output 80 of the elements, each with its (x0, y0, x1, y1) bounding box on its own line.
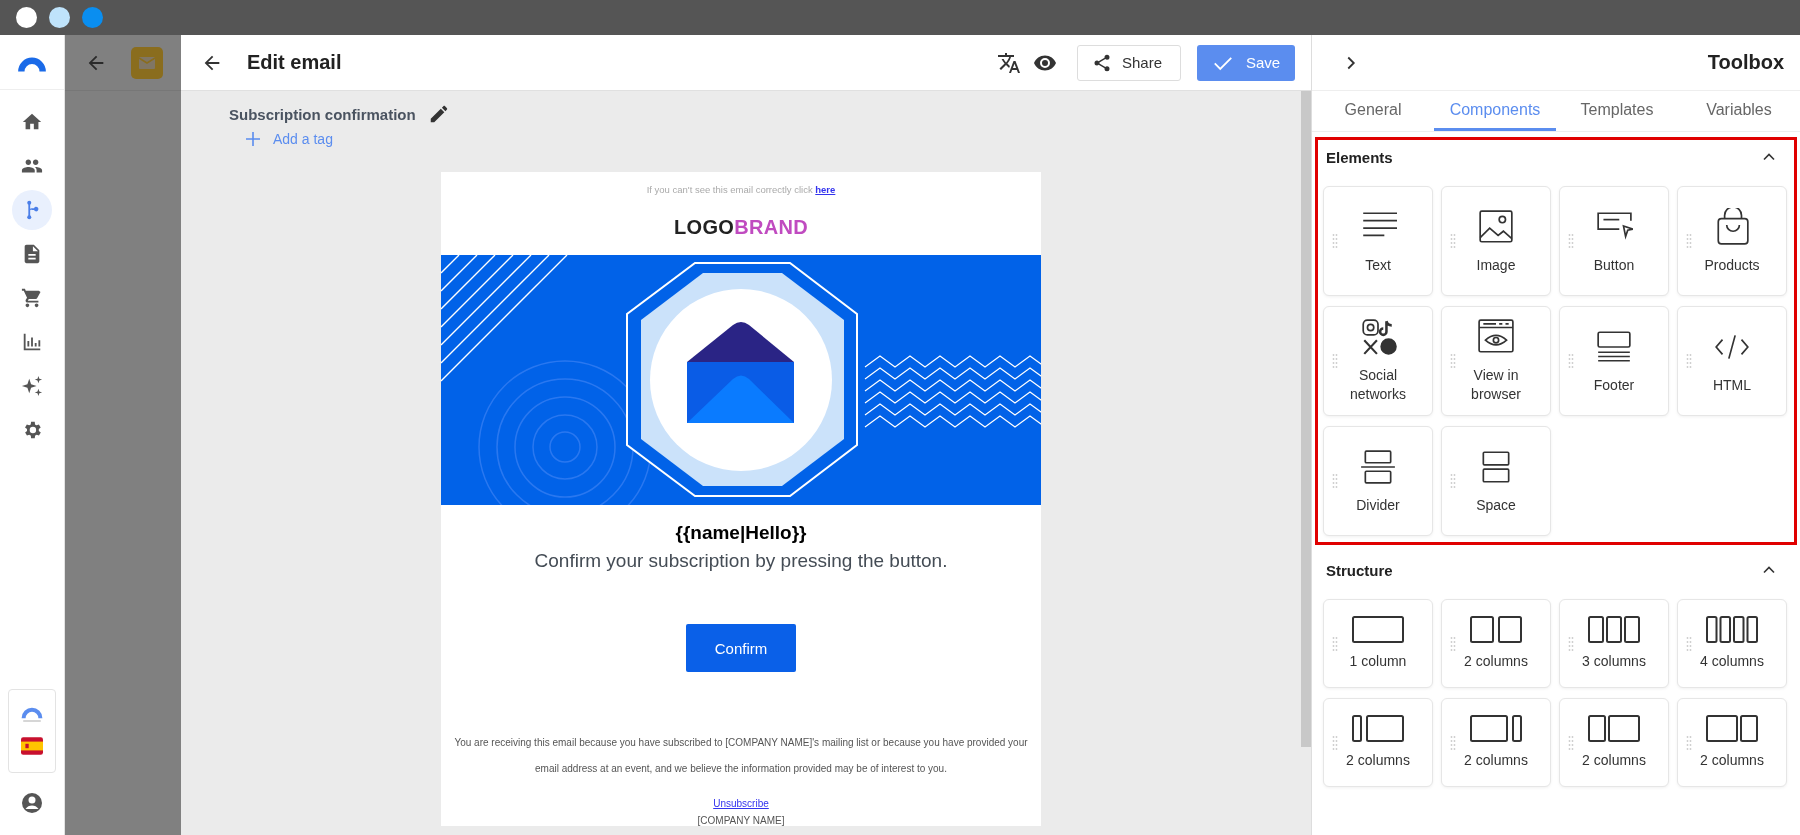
drag-handle-icon (1568, 635, 1574, 652)
unsubscribe-link[interactable]: Unsubscribe (713, 798, 769, 809)
columns-icon (1587, 616, 1641, 644)
drag-handle-icon (1686, 353, 1692, 369)
translate-icon[interactable] (996, 50, 1021, 75)
logo: LOGOBRAND (674, 216, 808, 239)
cart-icon (21, 287, 43, 309)
divider-icon (1359, 447, 1397, 486)
greeting-heading: {{name|Hello}} (675, 522, 807, 544)
drag-handle-icon (1450, 233, 1456, 249)
drag-handle-icon (1332, 734, 1338, 751)
window-dot-icon[interactable] (82, 7, 103, 28)
component-tile[interactable]: Social networks (1323, 306, 1433, 416)
structure-tile[interactable]: 2 columns (1441, 599, 1551, 688)
columns-icon (1587, 715, 1641, 743)
component-tile[interactable]: Divider (1323, 426, 1433, 536)
flag-icon[interactable] (21, 737, 43, 755)
drag-handle-icon (1568, 353, 1574, 369)
sidebar-item[interactable] (12, 190, 52, 230)
drag-handle-icon (1450, 734, 1456, 751)
panel-title: Toolbox (1707, 51, 1784, 74)
drag-handle-icon (1450, 473, 1456, 489)
email-name: Subscription confirmation (229, 105, 416, 123)
drag-handle-icon (1568, 734, 1574, 751)
logo-icon (16, 55, 48, 73)
sparkle-icon (21, 375, 43, 397)
component-tile[interactable]: Image (1441, 186, 1551, 296)
drag-handle-icon (1450, 353, 1456, 369)
structure-tile[interactable]: 2 columns (1559, 698, 1669, 787)
structure-tile[interactable]: 2 columns (1323, 698, 1433, 787)
browser-eye-icon (1477, 318, 1515, 356)
footer-text: You are receiving this email because you have subscribed to [COMPANY NAME]'s mailing list or because you have provided your email address at an event, and we believe the information provided may be of interest to you. (453, 736, 1029, 776)
drag-handle-icon (1332, 353, 1338, 369)
drag-handle-icon (1686, 233, 1692, 249)
drag-handle-icon (1332, 635, 1338, 652)
mail-icon (131, 46, 163, 79)
share-button[interactable]: Share (1076, 44, 1181, 81)
drag-handle-icon (1686, 635, 1692, 652)
bar-chart-icon (21, 331, 43, 353)
confirm-button[interactable]: Confirm (686, 624, 796, 672)
tab[interactable]: Templates (1556, 91, 1678, 131)
drag-handle-icon (1332, 233, 1338, 249)
link[interactable]: here (815, 184, 836, 195)
page-title: Edit email (247, 51, 342, 74)
columns-icon (1469, 715, 1523, 743)
columns-icon (1351, 616, 1405, 644)
tab[interactable]: Variables (1678, 91, 1800, 131)
window-dot-icon[interactable] (16, 7, 37, 28)
columns-icon (1705, 616, 1759, 644)
columns-icon (1705, 715, 1759, 743)
structure-tile[interactable]: 4 columns (1677, 599, 1787, 688)
structure-tile[interactable]: 2 columns (1677, 698, 1787, 787)
structure-tile[interactable]: 2 columns (1441, 698, 1551, 787)
image-icon (1477, 207, 1515, 246)
component-tile[interactable]: Footer (1559, 306, 1669, 416)
component-tile[interactable]: Text (1323, 186, 1433, 296)
scrollbar[interactable] (1301, 91, 1311, 747)
columns-icon (1469, 616, 1523, 644)
tab[interactable]: General (1312, 91, 1434, 131)
drag-handle-icon (1450, 635, 1456, 652)
component-tile[interactable]: Space (1441, 426, 1551, 536)
message-text: Confirm your subscription by pressing the button. (534, 550, 948, 572)
social-icons-icon (1359, 318, 1397, 356)
window-dot-icon[interactable] (49, 7, 70, 28)
drag-handle-icon (1686, 734, 1692, 751)
component-tile[interactable]: Button (1559, 186, 1669, 296)
component-tile[interactable]: View in browser (1441, 306, 1551, 416)
plus-icon (245, 131, 261, 147)
company-name: [COMPANY NAME] (697, 815, 785, 826)
drag-handle-icon (1568, 233, 1574, 249)
structure-tile[interactable]: 1 column (1323, 599, 1433, 688)
section-title: Structure (1326, 561, 1393, 579)
component-tile[interactable]: HTML (1677, 306, 1787, 416)
preheader-text: If you can't see this email correctly click here (646, 184, 836, 195)
columns-icon (1351, 715, 1405, 743)
structure-tile[interactable]: 3 columns (1559, 599, 1669, 688)
drag-handle-icon (1332, 473, 1338, 489)
component-tile[interactable]: Products (1677, 186, 1787, 296)
account-icon[interactable] (20, 791, 44, 815)
section-title: Elements (1326, 148, 1393, 166)
